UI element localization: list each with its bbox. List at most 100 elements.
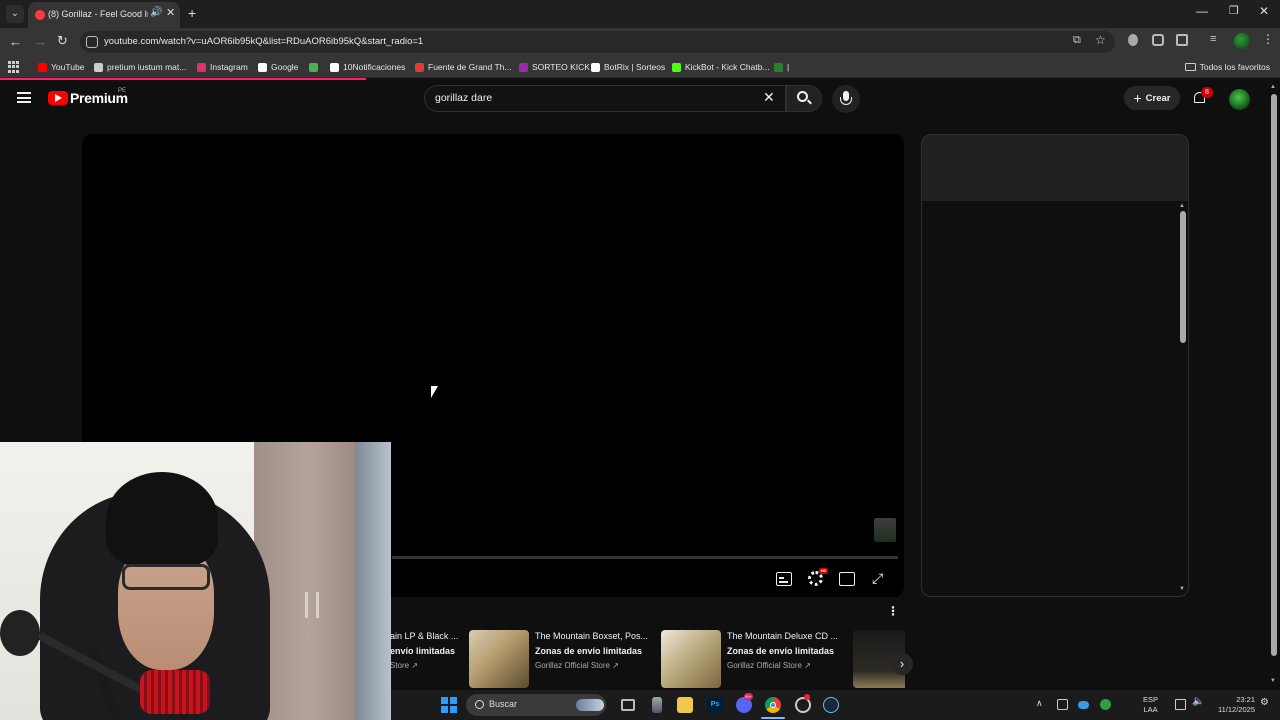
tab-close-icon[interactable]: ✕	[166, 6, 175, 19]
network-icon[interactable]	[1175, 699, 1186, 710]
notification-center-icon[interactable]: ⚙	[1260, 697, 1269, 708]
bookmark-item[interactable]: BotRix | Sorteos	[591, 60, 665, 74]
webcam-person-glasses	[122, 564, 210, 590]
microphone-stand-icon	[840, 97, 852, 105]
taskbar-app-icon[interactable]	[652, 697, 662, 713]
bookmark-label: 10Notificaciones	[343, 62, 406, 72]
page-scroll-down-icon[interactable]: ▼	[1270, 678, 1276, 684]
recording-dot-icon	[804, 694, 810, 700]
profile-avatar[interactable]	[1234, 33, 1250, 49]
install-app-icon[interactable]: ⧉	[1073, 34, 1081, 47]
bookmark-label: Google	[271, 62, 299, 72]
bookmark-label: pretium iustum mat...	[107, 62, 187, 72]
tray-app-icon[interactable]	[1100, 699, 1111, 710]
address-bar[interactable]: youtube.com/watch?v=uAOR6ib95kQ&list=RDu…	[80, 31, 1115, 53]
windows-start-icon[interactable]	[441, 697, 457, 713]
scroll-down-arrow-icon[interactable]: ▼	[1179, 586, 1185, 592]
photoshop-icon[interactable]: Ps	[707, 697, 723, 713]
bookmark-item[interactable]: SORTEO KICK	[519, 60, 590, 74]
bookmark-label: |	[787, 62, 790, 72]
media-control-icon[interactable]: ≡	[1210, 33, 1216, 45]
extensions-puzzle-icon[interactable]	[1176, 34, 1188, 46]
bookmark-item[interactable]: 10Notificaciones	[330, 60, 405, 74]
bookmark-item[interactable]: Google	[258, 60, 298, 74]
webcam-door-edge	[355, 442, 391, 720]
minimize-icon[interactable]: —	[1196, 4, 1208, 18]
bookmark-favicon-icon	[94, 62, 103, 72]
bookmark-item[interactable]: |	[774, 60, 789, 74]
clear-search-icon[interactable]: ✕	[763, 89, 775, 106]
reload-icon[interactable]: ↻	[57, 33, 68, 49]
tab-audio-icon[interactable]: 🔊	[150, 7, 162, 18]
voice-search-button[interactable]	[832, 85, 860, 113]
youtube-logo-icon[interactable]	[48, 91, 68, 105]
bookmark-favicon-icon	[591, 62, 600, 72]
browser-tab-active[interactable]: (8) Gorillaz - Feel Good Inc. 🔊 ✕	[28, 2, 180, 28]
bookmark-label: Fuente de Grand Th...	[428, 62, 512, 72]
window-close-icon[interactable]: ✕	[1259, 4, 1269, 18]
system-clock[interactable]: 23:21 11/12/2025	[1209, 695, 1255, 715]
plus-icon: +	[1133, 90, 1142, 106]
bookmark-item[interactable]: Instagram	[197, 60, 248, 74]
miniplayer-icon[interactable]	[839, 572, 855, 586]
create-button[interactable]: + Crear	[1124, 86, 1180, 110]
shelf-more-options-icon[interactable]: ⋮	[887, 604, 899, 618]
tray-app-icon[interactable]	[1057, 699, 1068, 710]
bookmark-favicon-icon	[519, 62, 528, 72]
back-arrow-icon[interactable]: ←	[9, 34, 22, 49]
fullscreen-icon[interactable]: ⤢	[872, 570, 883, 587]
url-text[interactable]: youtube.com/watch?v=uAOR6ib95kQ&list=RDu…	[104, 35, 423, 49]
playlist-scrollbar[interactable]	[1180, 211, 1186, 343]
merch-shipping: Zonas de envío limitadas	[727, 646, 835, 656]
chevron-right-icon[interactable]: ›	[891, 653, 913, 675]
volume-icon[interactable]: 🔈	[1192, 696, 1204, 707]
merch-store[interactable]: Gorillaz Official Store ↗	[535, 660, 619, 672]
merch-thumbnail[interactable]	[661, 630, 721, 688]
extension-icon[interactable]	[1128, 34, 1138, 46]
page-scroll-up-icon[interactable]: ▲	[1270, 84, 1276, 90]
bookmark-item[interactable]: YouTube	[38, 60, 84, 74]
input-language[interactable]: ESP LAA	[1143, 695, 1158, 715]
restore-icon[interactable]: ❐	[1229, 4, 1239, 17]
chrome-icon-center	[770, 702, 776, 708]
play-icon	[55, 94, 62, 102]
tab-search-button[interactable]: ⌄	[6, 5, 24, 23]
new-tab-button[interactable]: +	[188, 5, 196, 21]
taskbar-search[interactable]: Buscar	[466, 694, 606, 716]
all-bookmarks-button[interactable]: Todos los favoritos	[1184, 60, 1270, 74]
site-info-icon[interactable]	[86, 36, 98, 48]
hamburger-menu-icon[interactable]	[17, 92, 31, 103]
search-input[interactable]: gorillaz dare ✕	[424, 85, 786, 112]
progress-bar[interactable]	[392, 556, 898, 559]
subtitles-icon[interactable]	[776, 572, 792, 586]
search-query-text[interactable]: gorillaz dare	[435, 92, 492, 104]
bookmark-item[interactable]: pretium iustum mat...	[94, 60, 186, 74]
notifications-button[interactable]: 8	[1192, 87, 1213, 106]
account-avatar[interactable]	[1229, 89, 1250, 110]
onedrive-icon[interactable]	[1078, 701, 1089, 709]
merch-store[interactable]: Gorillaz Official Store ↗	[727, 660, 811, 672]
country-code: PE	[118, 88, 127, 94]
task-view-icon[interactable]	[621, 699, 635, 711]
bookmark-item[interactable]: KickBot - Kick Chatb...	[672, 60, 770, 74]
apps-grid-icon[interactable]	[8, 61, 20, 73]
kebab-menu-icon[interactable]: ⋮	[1262, 32, 1274, 46]
merch-shipping: envío limitadas	[390, 646, 456, 656]
bookmark-favicon-icon	[330, 62, 339, 72]
mouse-cursor-icon	[431, 386, 438, 398]
merch-store[interactable]: Store ↗	[390, 660, 418, 672]
page-scrollbar[interactable]	[1271, 94, 1277, 656]
forward-arrow-icon[interactable]: →	[34, 34, 47, 49]
steam-icon[interactable]	[823, 697, 839, 713]
search-icon-handle	[807, 99, 812, 105]
search-button[interactable]	[786, 85, 822, 112]
merch-thumbnail[interactable]	[469, 630, 529, 688]
chevron-up-icon[interactable]: ∧	[1036, 698, 1043, 709]
channel-watermark[interactable]	[874, 518, 896, 542]
extension-icon[interactable]	[1152, 34, 1164, 46]
file-explorer-icon[interactable]	[677, 697, 693, 713]
bookmark-item[interactable]: Fuente de Grand Th...	[415, 60, 511, 74]
scroll-up-arrow-icon[interactable]: ▲	[1179, 203, 1185, 209]
bookmark-star-icon[interactable]: ☆	[1095, 33, 1106, 47]
bookmark-item[interactable]	[309, 60, 322, 74]
